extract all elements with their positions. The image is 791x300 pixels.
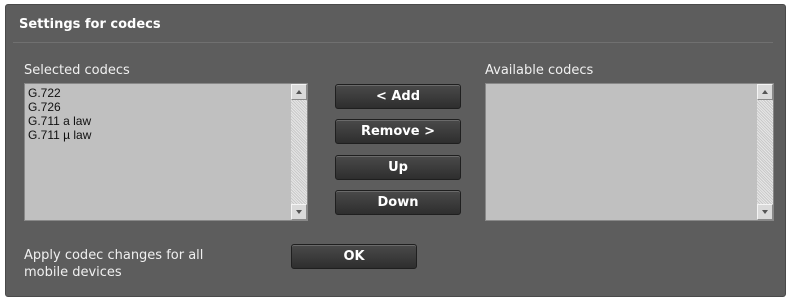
list-item[interactable]: G.726 bbox=[27, 100, 289, 114]
arrow-up-icon bbox=[762, 90, 768, 94]
selected-codecs-label: Selected codecs bbox=[24, 63, 130, 78]
apply-label-line2: mobile devices bbox=[24, 265, 122, 280]
remove-button[interactable]: Remove > bbox=[335, 119, 461, 144]
list-item[interactable]: G.711 a law bbox=[27, 114, 289, 128]
available-codecs-listbox[interactable] bbox=[485, 83, 774, 221]
available-codecs-label: Available codecs bbox=[485, 63, 594, 78]
down-button[interactable]: Down bbox=[335, 190, 461, 215]
list-item[interactable]: G.722 bbox=[27, 86, 289, 100]
apply-all-devices-label: Apply codec changes for all mobile devic… bbox=[24, 247, 203, 281]
list-item[interactable]: G.711 µ law bbox=[27, 128, 289, 142]
scroll-up-button[interactable] bbox=[291, 84, 307, 100]
up-button[interactable]: Up bbox=[335, 155, 461, 180]
scroll-up-button[interactable] bbox=[757, 84, 773, 100]
scroll-down-button[interactable] bbox=[757, 204, 773, 220]
arrow-down-icon bbox=[296, 210, 302, 214]
title-divider bbox=[13, 42, 773, 43]
selected-codecs-scrollbar[interactable] bbox=[291, 84, 307, 220]
add-button[interactable]: < Add bbox=[335, 84, 461, 109]
available-codecs-scrollbar[interactable] bbox=[757, 84, 773, 220]
selected-codecs-items: G.722 G.726 G.711 a law G.711 µ law bbox=[27, 86, 289, 142]
apply-label-line1: Apply codec changes for all bbox=[24, 248, 204, 263]
ok-button[interactable]: OK bbox=[291, 244, 417, 269]
selected-codecs-listbox[interactable]: G.722 G.726 G.711 a law G.711 µ law bbox=[24, 83, 308, 221]
arrow-up-icon bbox=[296, 90, 302, 94]
scroll-down-button[interactable] bbox=[291, 204, 307, 220]
arrow-down-icon bbox=[762, 210, 768, 214]
section-title: Settings for codecs bbox=[19, 17, 161, 32]
